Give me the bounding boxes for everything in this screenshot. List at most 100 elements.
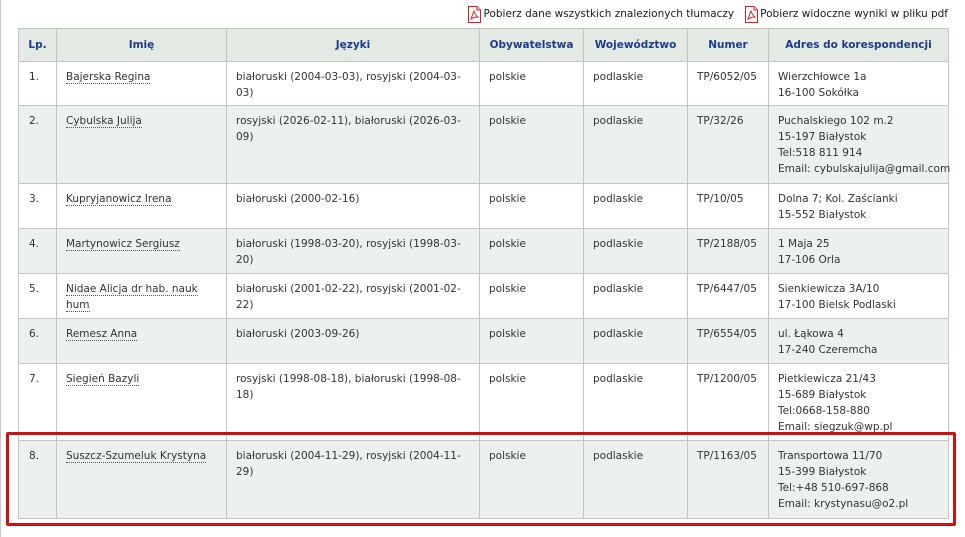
number-cell: TP/2188/05 [687, 228, 769, 274]
page-frame-border [0, 0, 1, 537]
address-line: Sienkiewicza 3A/10 [778, 283, 880, 295]
address-line: Email: krystynasu@o2.pl [778, 498, 909, 510]
address-line: Transportowa 11/70 [778, 450, 883, 462]
column-header-name[interactable]: Imię [56, 28, 227, 62]
table-row: 3. Kupryjanowicz Irena białoruski (2000-02… [18, 183, 949, 229]
name-cell: Bajerska Regina [56, 61, 227, 106]
translators-table: Lp. Imię Języki Obywatelstwa Województwo… [18, 28, 951, 519]
download-all-label: Pobierz dane wszystkich znalezionych tłu… [483, 8, 735, 20]
column-header-voivodeship[interactable]: Województwo [583, 28, 688, 62]
voivodeship-cell: podlaskie [583, 363, 688, 441]
table-row: 4. Martynowicz Sergiusz białoruski (1998-0… [18, 228, 949, 274]
address-line: 16-100 Sokółka [778, 87, 860, 99]
address-line: Dolna 7; Kol. Zaścianki [778, 193, 898, 205]
number-cell: TP/10/05 [687, 183, 769, 229]
address-cell: Dolna 7; Kol. Zaścianki 15-552 Białystok [768, 183, 949, 229]
column-header-lp[interactable]: Lp. [18, 28, 57, 62]
citizenship-cell: polskie [479, 440, 584, 519]
address-line: Pietkiewicza 21/43 [778, 373, 876, 385]
languages-cell: białoruski (2004-11-29), rosyjski (2004-… [226, 440, 480, 519]
translator-name-link[interactable]: Kupryjanowicz Irena [66, 193, 172, 206]
voivodeship-cell: podlaskie [583, 318, 688, 364]
name-cell: Cybulska Julija [56, 105, 227, 184]
languages-cell: białoruski (2000-02-16) [226, 183, 480, 229]
column-header-number[interactable]: Numer [687, 28, 769, 62]
number-cell: TP/1200/05 [687, 363, 769, 441]
number-cell: TP/6447/05 [687, 273, 769, 319]
address-line: Tel:0668-158-880 [778, 405, 870, 417]
address-cell: ul. Łąkowa 4 17-240 Czeremcha [768, 318, 949, 364]
row-number-cell: 3. [18, 183, 57, 229]
translator-name-link[interactable]: Nidae Alicja dr hab. nauk hum [66, 283, 198, 312]
column-header-languages[interactable]: Języki [226, 28, 480, 62]
row-number-cell: 8. [18, 440, 57, 519]
citizenship-cell: polskie [479, 363, 584, 441]
translator-name-link[interactable]: Cybulska Julija [66, 115, 142, 128]
address-cell: Sienkiewicza 3A/10 17-100 Bielsk Podlaski [768, 273, 949, 319]
row-number-cell: 1. [18, 61, 57, 106]
translator-name-link[interactable]: Suszcz-Szumeluk Krystyna [66, 450, 207, 463]
voivodeship-cell: podlaskie [583, 61, 688, 106]
address-line: 17-100 Bielsk Podlaski [778, 299, 896, 311]
name-cell: Kupryjanowicz Irena [56, 183, 227, 229]
citizenship-cell: polskie [479, 183, 584, 229]
address-cell: Puchalskiego 102 m.2 15-197 Białystok Tel:… [768, 105, 951, 184]
translator-name-link[interactable]: Remesz Anna [66, 328, 138, 341]
voivodeship-cell: podlaskie [583, 183, 688, 229]
name-cell: Suszcz-Szumeluk Krystyna [56, 440, 227, 519]
table-row: 5. Nidae Alicja dr hab. nauk hum białorusk… [18, 273, 949, 319]
address-line: Wierzchłowce 1a [778, 71, 867, 83]
name-cell: Martynowicz Sergiusz [56, 228, 227, 274]
languages-cell: rosyjski (2026-02-11), białoruski (2026-… [226, 105, 480, 184]
table-row: 2. Cybulska Julija rosyjski (2026-02-11), … [18, 105, 951, 184]
address-line: Email: cybulskajulija@gmail.com [778, 163, 951, 175]
row-number-cell: 4. [18, 228, 57, 274]
address-line: 17-106 Orla [778, 254, 841, 266]
address-cell: Transportowa 11/70 15-399 Białystok Tel:+4… [768, 440, 949, 519]
column-header-citizenship[interactable]: Obywatelstwa [479, 28, 584, 62]
citizenship-cell: polskie [479, 273, 584, 319]
address-line: 17-240 Czeremcha [778, 344, 878, 356]
languages-cell: białoruski (1998-03-20), rosyjski (1998-… [226, 228, 480, 274]
translator-name-link[interactable]: Martynowicz Sergiusz [66, 238, 180, 251]
voivodeship-cell: podlaskie [583, 228, 688, 274]
table-header-row: Lp. Imię Języki Obywatelstwa Województwo… [18, 28, 949, 62]
column-header-address[interactable]: Adres do korespondencji [768, 28, 949, 62]
voivodeship-cell: podlaskie [583, 105, 688, 184]
voivodeship-cell: podlaskie [583, 273, 688, 319]
citizenship-cell: polskie [479, 61, 584, 106]
address-line: 15-399 Białystok [778, 466, 867, 478]
name-cell: Nidae Alicja dr hab. nauk hum [56, 273, 227, 319]
citizenship-cell: polskie [479, 228, 584, 274]
citizenship-cell: polskie [479, 105, 584, 184]
translator-name-link[interactable]: Siegień Bazyli [66, 373, 140, 386]
name-cell: Siegień Bazyli [56, 363, 227, 441]
download-visible-label: Pobierz widoczne wyniki w pliku pdf [760, 8, 948, 20]
name-cell: Remesz Anna [56, 318, 227, 364]
translator-name-link[interactable]: Bajerska Regina [66, 71, 151, 84]
download-all-link[interactable]: Pobierz dane wszystkich znalezionych tłu… [467, 5, 735, 23]
download-toolbar: Pobierz dane wszystkich znalezionych tłu… [467, 5, 948, 23]
address-line: Tel:+48 510-697-868 [778, 482, 889, 494]
number-cell: TP/1163/05 [687, 440, 769, 519]
address-cell: Wierzchłowce 1a 16-100 Sokółka [768, 61, 949, 106]
row-number-cell: 5. [18, 273, 57, 319]
number-cell: TP/6554/05 [687, 318, 769, 364]
address-line: Puchalskiego 102 m.2 [778, 115, 894, 127]
address-line: Email: siegzuk@wp.pl [778, 421, 893, 433]
languages-cell: białoruski (2003-09-26) [226, 318, 480, 364]
table-row: 1. Bajerska Regina białoruski (2004-03-03)… [18, 61, 949, 106]
voivodeship-cell: podlaskie [583, 440, 688, 519]
languages-cell: rosyjski (1998-08-18), białoruski (1998-… [226, 363, 480, 441]
address-cell: Pietkiewicza 21/43 15-689 Białystok Tel:06… [768, 363, 949, 441]
address-line: Tel:518 811 914 [778, 147, 863, 159]
table-row: 8. Suszcz-Szumeluk Krystyna białoruski (20… [18, 440, 949, 519]
citizenship-cell: polskie [479, 318, 584, 364]
languages-cell: białoruski (2001-02-22), rosyjski (2001-… [226, 273, 480, 319]
table-row: 7. Siegień Bazyli rosyjski (1998-08-18), b… [18, 363, 949, 441]
number-cell: TP/6052/05 [687, 61, 769, 106]
number-cell: TP/32/26 [687, 105, 769, 184]
download-visible-pdf-link[interactable]: Pobierz widoczne wyniki w pliku pdf [744, 5, 948, 23]
address-cell: 1 Maja 25 17-106 Orla [768, 228, 949, 274]
pdf-file-icon [468, 5, 482, 23]
